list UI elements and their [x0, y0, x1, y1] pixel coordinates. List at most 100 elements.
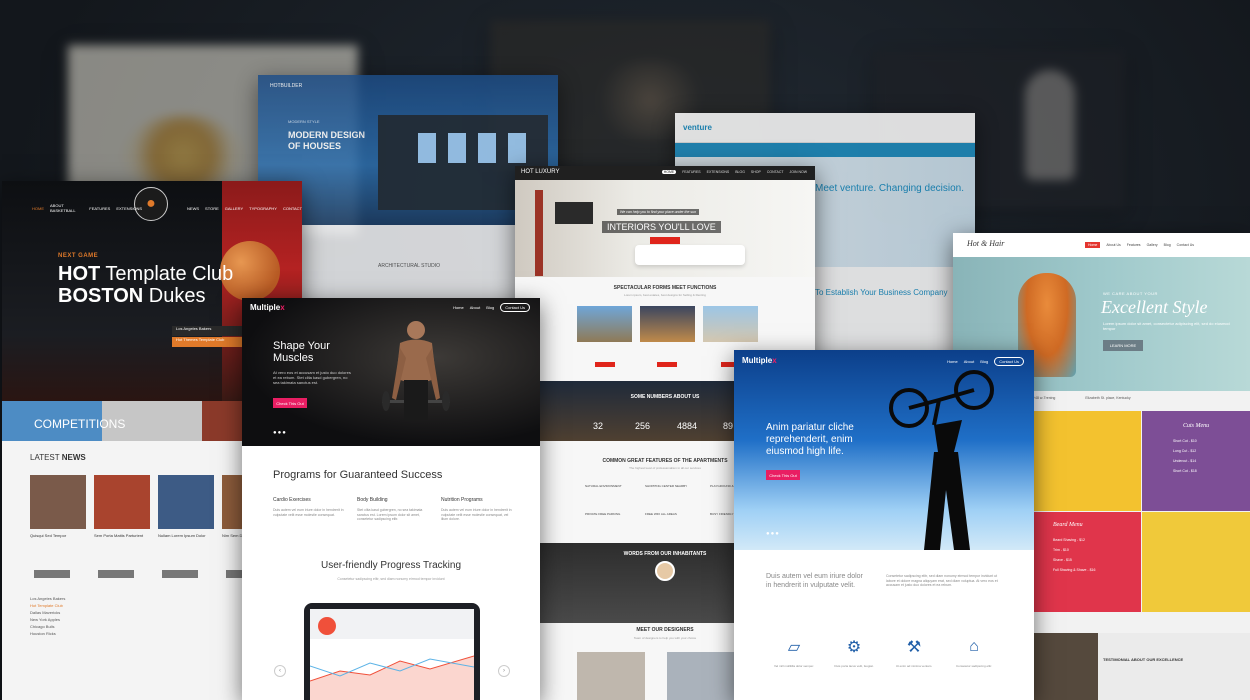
- read-more-button[interactable]: [98, 570, 134, 578]
- nav-item[interactable]: CONTACT: [767, 170, 784, 174]
- estate-image[interactable]: [640, 306, 695, 342]
- news-thumb[interactable]: [94, 475, 150, 529]
- menu-item: Full Shaving & Shave - $16: [1053, 568, 1096, 572]
- number-value: 89: [723, 421, 734, 431]
- nav-item[interactable]: Blog: [486, 305, 494, 310]
- nav-item[interactable]: About Us: [1106, 243, 1120, 247]
- luxury-hero-title: INTERIORS YOU'LL LOVE: [602, 221, 721, 233]
- venture-lower-text: To Establish Your Business Company: [815, 288, 948, 297]
- headline-line-1: HOT Template Club: [58, 263, 233, 286]
- window-image: [448, 133, 466, 163]
- house-arch-label: ARCHITECTURAL STUDIO: [378, 263, 441, 269]
- hero-paragraph: Lorem ipsum dolor sit amet, consectetur …: [1103, 321, 1230, 331]
- number-value: 256: [635, 421, 651, 431]
- designer-photo[interactable]: [577, 652, 645, 700]
- tile-label: COMPETITIONS: [34, 417, 126, 431]
- hero-title: Shape Your Muscles: [273, 340, 330, 364]
- testimonial-photo: [1033, 633, 1098, 700]
- hair-header: Hot & Hair Home About Us Features Galler…: [953, 233, 1250, 257]
- contact-button[interactable]: Contact Us: [500, 303, 530, 312]
- read-more-button[interactable]: [657, 362, 677, 367]
- nav-item[interactable]: NEWS: [187, 206, 199, 211]
- check-this-out-button[interactable]: Check This Out: [273, 398, 307, 408]
- nav-item[interactable]: Blog: [980, 359, 988, 364]
- nav-item[interactable]: EXTENSIONS: [707, 170, 730, 174]
- menu-item: Shave - $15: [1053, 558, 1072, 562]
- icon-caption: Consetetur sadipscing elitr.: [955, 664, 993, 668]
- nav-item[interactable]: Home: [453, 305, 464, 310]
- nav-item[interactable]: HOME: [661, 170, 677, 174]
- feature-item: PRIVATE FREE PARKING: [585, 512, 621, 516]
- nav-item[interactable]: JOIN NOW: [790, 170, 808, 174]
- carousel-dots[interactable]: ●●●: [273, 430, 287, 436]
- luxury-logo: HOT LUXURY: [521, 169, 560, 175]
- section-heading: SPECTACULAR FORMS MEET FUNCTIONS: [613, 285, 717, 291]
- team-1: Los Angeles Bakers: [172, 326, 252, 336]
- beard-menu-block: [1033, 512, 1141, 612]
- template-preview-architecture[interactable]: HOTBUILDER MODERN STYLE MODERN DESIGN OF…: [258, 75, 558, 315]
- nav-item[interactable]: CONTACT: [283, 206, 302, 211]
- sofa-image: [635, 245, 745, 265]
- estate-image[interactable]: [577, 306, 632, 342]
- nav-item[interactable]: About: [964, 359, 974, 364]
- venture-header: venture: [675, 113, 975, 143]
- contact-button[interactable]: Contact Us: [994, 357, 1024, 366]
- nav-item[interactable]: Blog: [1164, 243, 1171, 247]
- program-text: Duis autem vel eum iriure dolor in hendr…: [441, 508, 512, 521]
- nav-item[interactable]: Gallery: [1147, 243, 1158, 247]
- thumb-caption: Quisqui Sed Tempor: [30, 533, 67, 538]
- program-title: Body Building: [357, 497, 388, 503]
- read-more-button[interactable]: [34, 570, 70, 578]
- news-prefix: LATEST: [30, 453, 60, 462]
- nav-item[interactable]: FEATURES: [89, 206, 110, 211]
- read-more-button[interactable]: [162, 570, 198, 578]
- programs-columns: Cardio Exercises Duis autem vel eum iriu…: [273, 497, 513, 522]
- carousel-prev-button[interactable]: ‹: [274, 665, 286, 677]
- nav-item[interactable]: GALLERY: [225, 206, 243, 211]
- nav-item[interactable]: STORE: [205, 206, 219, 211]
- carousel-dots[interactable]: ●●●: [766, 531, 780, 537]
- house-logo: HOTBUILDER: [270, 83, 303, 89]
- program-text: Duis autem vel eum iriure dolor in hendr…: [273, 508, 344, 517]
- hero-eyebrow: WE CARE ABOUT YOUR: [1103, 291, 1158, 296]
- template-preview-multiplex-fitness[interactable]: Multiplex Home About Blog Contact Us Sha…: [242, 298, 540, 700]
- logo-text: Multiple: [250, 303, 281, 312]
- window-image: [418, 133, 436, 163]
- bike-frame-icon: ⏥: [787, 639, 801, 656]
- program-column: Cardio Exercises Duis autem vel eum iriu…: [273, 497, 345, 522]
- team-strip: Los Angeles Bakers Hot Themes Template C…: [172, 326, 252, 356]
- nav-item[interactable]: TYPOGRAPHY: [249, 206, 277, 211]
- tracking-subtitle: Consetetur sadipscing elitr, sed diam no…: [337, 577, 445, 581]
- basketball-nav: HOME ABOUT BASKETBALL FEATURES EXTENSION…: [32, 203, 302, 213]
- nav-item[interactable]: BLOG: [735, 170, 745, 174]
- saddle-icon: ⌂: [969, 638, 979, 655]
- bike-nav: Home About Blog Contact Us: [947, 357, 1024, 366]
- nav-item[interactable]: EXTENSIONS: [116, 206, 142, 211]
- read-more-button[interactable]: [595, 362, 615, 367]
- learn-more-button[interactable]: LEARN MORE: [1103, 340, 1143, 351]
- nav-item[interactable]: Home: [947, 359, 958, 364]
- info-item: +48 w-Trening: [1033, 396, 1056, 400]
- barber-photo-block: [1033, 411, 1141, 511]
- nav-item[interactable]: Home: [1085, 242, 1101, 248]
- info-item: Elizabeth St. place, Kentucky: [1085, 396, 1131, 400]
- designer-photo[interactable]: [667, 652, 735, 700]
- template-preview-multiplex-bike[interactable]: Multiplex Home About Blog Contact Us Ani…: [734, 350, 1034, 700]
- news-thumb[interactable]: [158, 475, 214, 529]
- nav-item[interactable]: Contact Us: [1177, 243, 1194, 247]
- hair-nav: Home About Us Features Gallery Blog Cont…: [1085, 242, 1194, 248]
- nav-item[interactable]: Features: [1127, 243, 1141, 247]
- nav-item[interactable]: About: [470, 305, 480, 310]
- estate-image[interactable]: [703, 306, 758, 342]
- programs-title: Programs for Guaranteed Success: [273, 469, 443, 481]
- news-thumb[interactable]: [30, 475, 86, 529]
- nav-item[interactable]: SHOP: [751, 170, 761, 174]
- nav-item[interactable]: HOME: [32, 206, 44, 211]
- house-headline: MODERN DESIGN OF HOUSES: [288, 130, 366, 151]
- window-image: [508, 133, 526, 163]
- luxury-hero-button[interactable]: [650, 237, 680, 244]
- nav-item[interactable]: FEATURES: [682, 170, 700, 174]
- nav-item[interactable]: ABOUT BASKETBALL: [50, 203, 83, 213]
- carousel-next-button[interactable]: ›: [498, 665, 510, 677]
- check-this-out-button[interactable]: Check This Out: [766, 470, 800, 480]
